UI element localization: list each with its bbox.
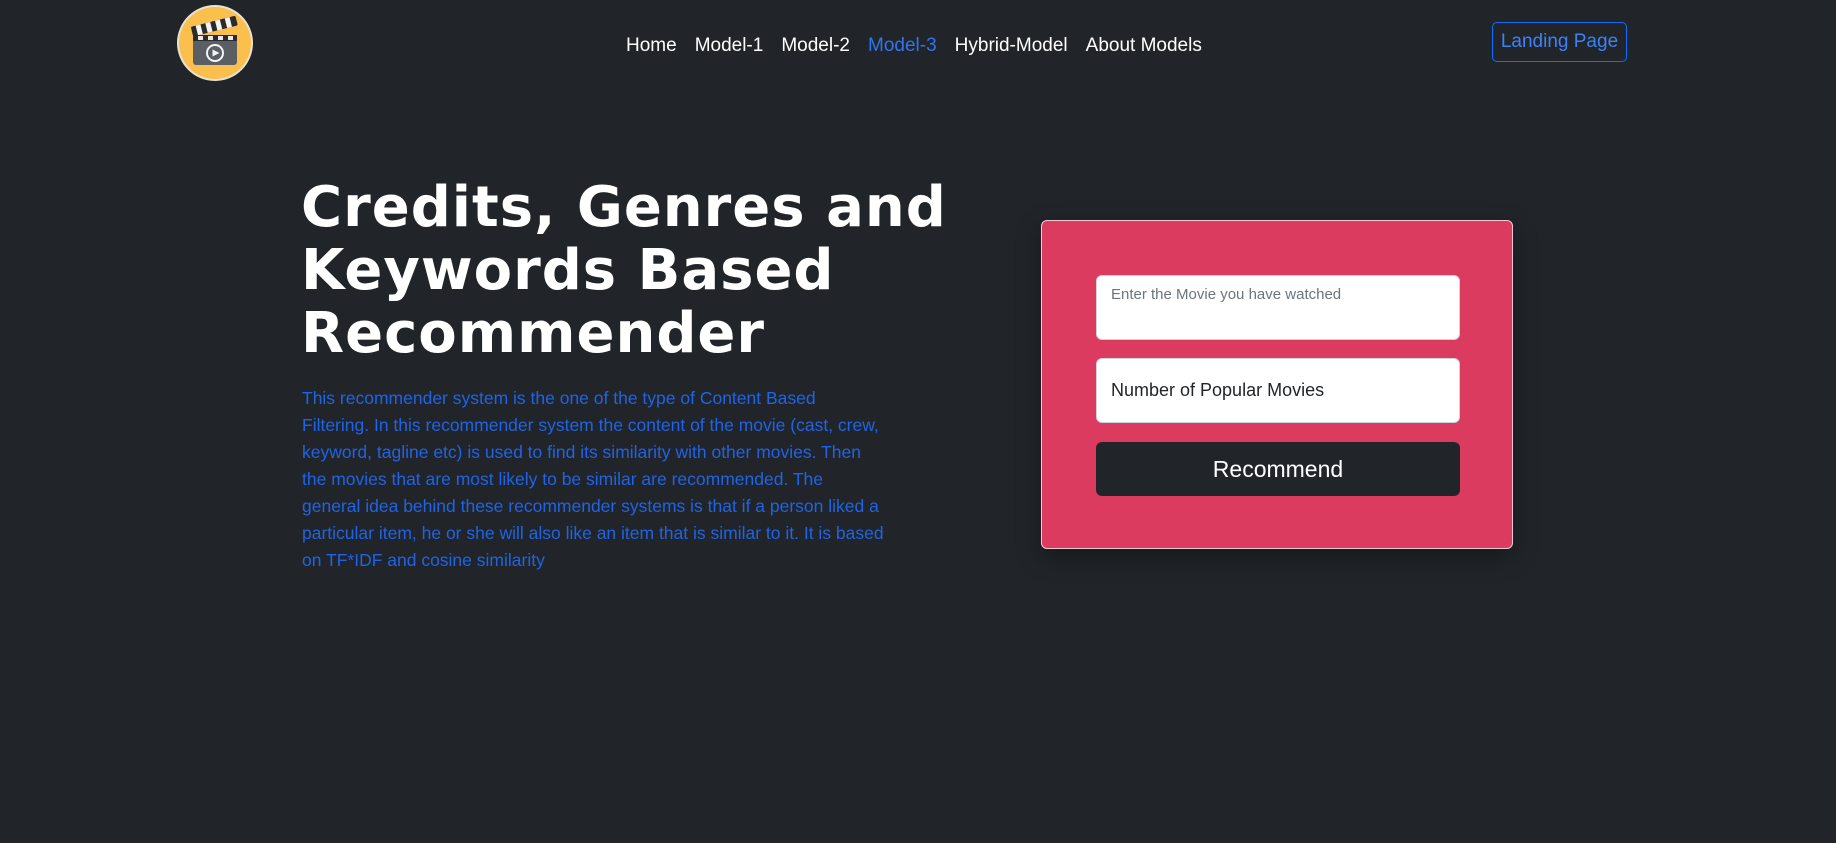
navbar: Home Model-1 Model-2 Model-3 Hybrid-Mode… — [0, 0, 1836, 88]
page-title: Credits, Genres and Keywords Based Recom… — [301, 175, 947, 366]
movie-input[interactable] — [1096, 275, 1460, 340]
model-description: This recommender system is the one of th… — [302, 388, 884, 570]
nav-links: Home Model-1 Model-2 Model-3 Hybrid-Mode… — [617, 28, 1211, 64]
nav-link-model-3[interactable]: Model-3 — [859, 28, 946, 64]
popular-movies-count-input[interactable] — [1096, 358, 1460, 423]
recommend-button[interactable]: Recommend — [1096, 442, 1460, 496]
nav-link-model-1[interactable]: Model-1 — [686, 28, 773, 64]
nav-link-home[interactable]: Home — [617, 28, 686, 64]
landing-page-button[interactable]: Landing Page — [1492, 22, 1627, 62]
nav-link-about-models[interactable]: About Models — [1077, 28, 1211, 64]
nav-link-hybrid-model[interactable]: Hybrid-Model — [946, 28, 1077, 64]
movie-clapperboard-logo-icon[interactable] — [179, 7, 251, 79]
recommend-form: Recommend — [1041, 220, 1513, 549]
nav-link-model-2[interactable]: Model-2 — [772, 28, 859, 64]
